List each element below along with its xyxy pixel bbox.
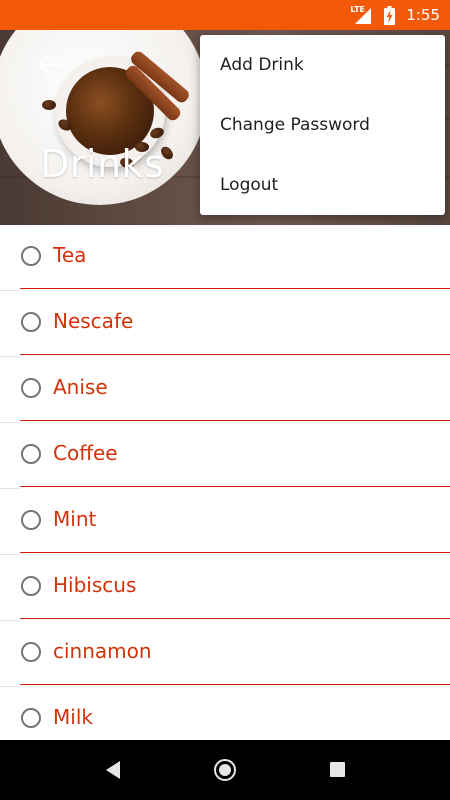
radio-button[interactable]	[21, 576, 41, 596]
coffee-bean-image	[42, 100, 56, 110]
divider	[20, 288, 450, 289]
divider	[20, 420, 450, 421]
drink-label[interactable]: Hibiscus	[53, 573, 136, 597]
drink-item-tea[interactable]: Tea	[0, 225, 450, 291]
recents-icon[interactable]	[330, 762, 345, 777]
overflow-menu: Add Drink Change Password Logout	[200, 35, 445, 215]
system-nav-bar	[0, 740, 450, 800]
menu-item-label: Add Drink	[220, 55, 304, 75]
drink-label[interactable]: Milk	[53, 705, 93, 729]
radio-button[interactable]	[21, 708, 41, 728]
divider	[20, 684, 450, 685]
radio-button[interactable]	[21, 246, 41, 266]
home-icon[interactable]	[214, 759, 236, 781]
divider	[20, 486, 450, 487]
drink-label[interactable]: cinnamon	[53, 639, 152, 663]
page-title: Drinks	[40, 142, 165, 186]
drinks-list: Tea Nescafe Anise Coffee Mint Hibiscus c…	[0, 225, 450, 740]
drink-label[interactable]: Anise	[53, 375, 108, 399]
radio-button[interactable]	[21, 378, 41, 398]
drinks-screen: LTE 1:55 Drinks Add Drink Change Passwor…	[0, 0, 450, 800]
menu-item-label: Logout	[220, 175, 279, 195]
drink-item-cinnamon[interactable]: cinnamon	[0, 621, 450, 687]
divider	[20, 552, 450, 553]
menu-item-change-password[interactable]: Change Password	[200, 95, 445, 155]
drink-label[interactable]: Tea	[53, 243, 86, 267]
drink-item-coffee[interactable]: Coffee	[0, 423, 450, 489]
drink-item-anise[interactable]: Anise	[0, 357, 450, 423]
radio-button[interactable]	[21, 642, 41, 662]
radio-button[interactable]	[21, 312, 41, 332]
status-bar: LTE 1:55	[0, 0, 450, 30]
radio-button[interactable]	[21, 510, 41, 530]
battery-charging-icon	[380, 5, 398, 25]
signal-lte-icon: LTE	[350, 5, 372, 25]
menu-item-label: Change Password	[220, 115, 370, 135]
drink-item-milk[interactable]: Milk	[0, 687, 450, 740]
clock: 1:55	[406, 6, 440, 24]
status-icons: LTE 1:55	[350, 0, 440, 30]
drink-label[interactable]: Mint	[53, 507, 96, 531]
drink-item-hibiscus[interactable]: Hibiscus	[0, 555, 450, 621]
drink-item-nescafe[interactable]: Nescafe	[0, 291, 450, 357]
drink-item-mint[interactable]: Mint	[0, 489, 450, 555]
back-icon[interactable]	[104, 760, 122, 780]
divider	[20, 618, 450, 619]
divider	[20, 354, 450, 355]
arrow-left-icon[interactable]	[34, 51, 66, 79]
radio-button[interactable]	[21, 444, 41, 464]
drink-label[interactable]: Coffee	[53, 441, 118, 465]
menu-item-add-drink[interactable]: Add Drink	[200, 35, 445, 95]
drink-label[interactable]: Nescafe	[53, 309, 133, 333]
menu-item-logout[interactable]: Logout	[200, 155, 445, 215]
